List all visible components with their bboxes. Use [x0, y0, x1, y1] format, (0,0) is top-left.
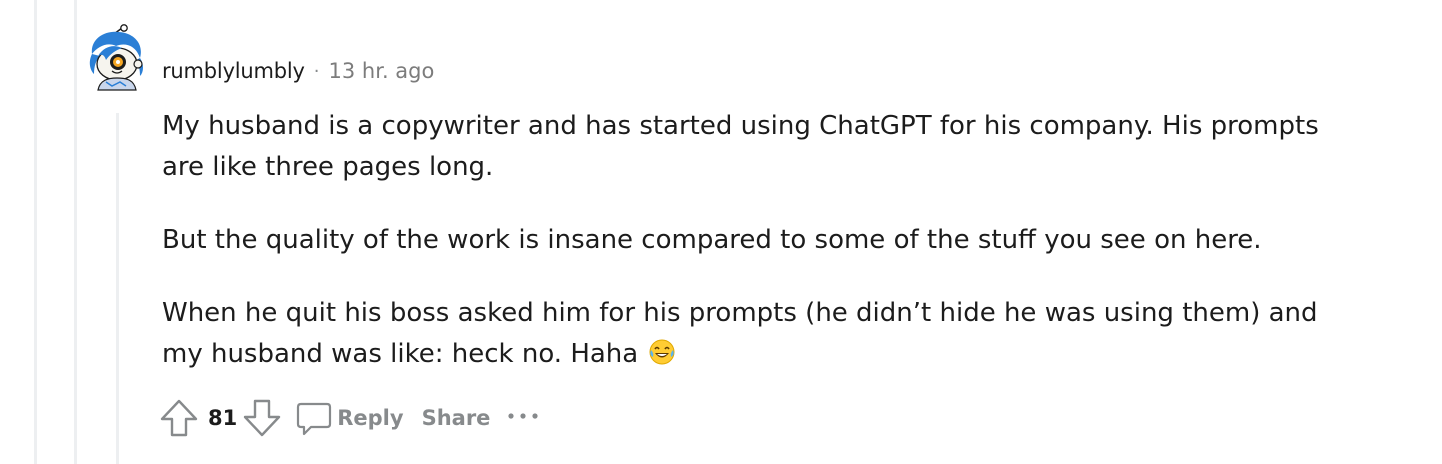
share-label: Share: [421, 406, 491, 430]
share-button[interactable]: Share: [414, 395, 499, 441]
comment-body: My husband is a copywriter and has start…: [162, 106, 1362, 375]
upvote-icon: [160, 399, 198, 437]
avatar-icon: [89, 24, 143, 91]
reply-button[interactable]: Reply: [285, 395, 413, 441]
laughing-emoji-icon: [648, 338, 676, 366]
more-options-button[interactable]: [498, 395, 548, 441]
comment-timestamp[interactable]: 13 hr. ago: [329, 59, 435, 83]
avatar[interactable]: [86, 24, 148, 94]
parent-thread-line[interactable]: [74, 0, 77, 464]
downvote-button[interactable]: [239, 395, 285, 441]
comment-thread-line[interactable]: [116, 113, 119, 464]
more-options-icon: [508, 413, 539, 419]
comment-actions: 81 Reply Share: [156, 395, 548, 441]
comment-paragraph: But the quality of the work is insane co…: [162, 225, 1262, 255]
comment-paragraph: My husband is a copywriter and has start…: [162, 111, 1319, 182]
downvote-icon: [244, 399, 281, 437]
author-name[interactable]: rumblylumbly: [162, 59, 305, 83]
comment-paragraph-text: When he quit his boss asked him for his …: [162, 298, 1318, 369]
upvote-button[interactable]: [156, 395, 202, 441]
comment-paragraph: When he quit his boss asked him for his …: [162, 293, 1362, 375]
meta-separator: ·: [313, 60, 320, 82]
vote-score: 81: [208, 406, 238, 430]
comment-bubble-icon: [297, 402, 332, 436]
parent-thread-line[interactable]: [34, 0, 37, 464]
comment-meta: rumblylumbly · 13 hr. ago: [162, 55, 434, 87]
reply-label: Reply: [337, 406, 404, 430]
comment-page: rumblylumbly · 13 hr. ago My husband is …: [0, 0, 1442, 464]
